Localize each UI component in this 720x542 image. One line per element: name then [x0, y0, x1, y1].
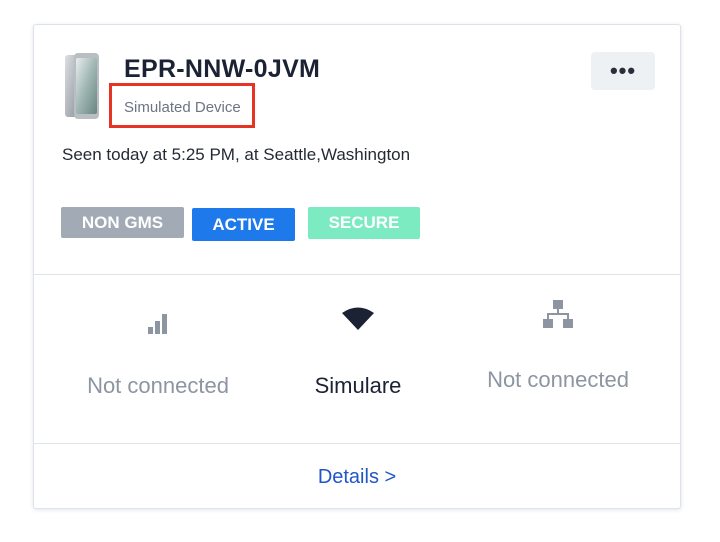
- network-icon: [543, 300, 573, 328]
- cellular-signal-icon: [148, 314, 167, 334]
- more-options-button[interactable]: •••: [591, 52, 655, 90]
- wifi-status: Simulare: [258, 275, 458, 443]
- divider: [34, 443, 680, 444]
- phone-image-icon: [65, 53, 99, 119]
- device-name: EPR-NNW-0JVM: [124, 55, 321, 83]
- more-icon: •••: [609, 58, 637, 83]
- badge-secure: SECURE: [308, 207, 420, 239]
- cellular-label: Not connected: [87, 373, 229, 398]
- cellular-status: Not connected: [58, 275, 258, 443]
- badge-active: ACTIVE: [192, 208, 295, 241]
- ethernet-status: Not connected: [458, 275, 658, 443]
- wifi-icon: [342, 307, 374, 330]
- ethernet-label: Not connected: [487, 367, 629, 392]
- badge-non-gms: NON GMS: [61, 207, 184, 238]
- wifi-label: Simulare: [314, 373, 402, 398]
- details-link[interactable]: Details >: [34, 466, 680, 489]
- last-seen-text: Seen today at 5:25 PM, at Seattle,Washin…: [62, 145, 411, 164]
- device-type-label: Simulated Device: [124, 99, 241, 116]
- device-card: EPR-NNW-0JVM Simulated Device Seen today…: [33, 24, 681, 509]
